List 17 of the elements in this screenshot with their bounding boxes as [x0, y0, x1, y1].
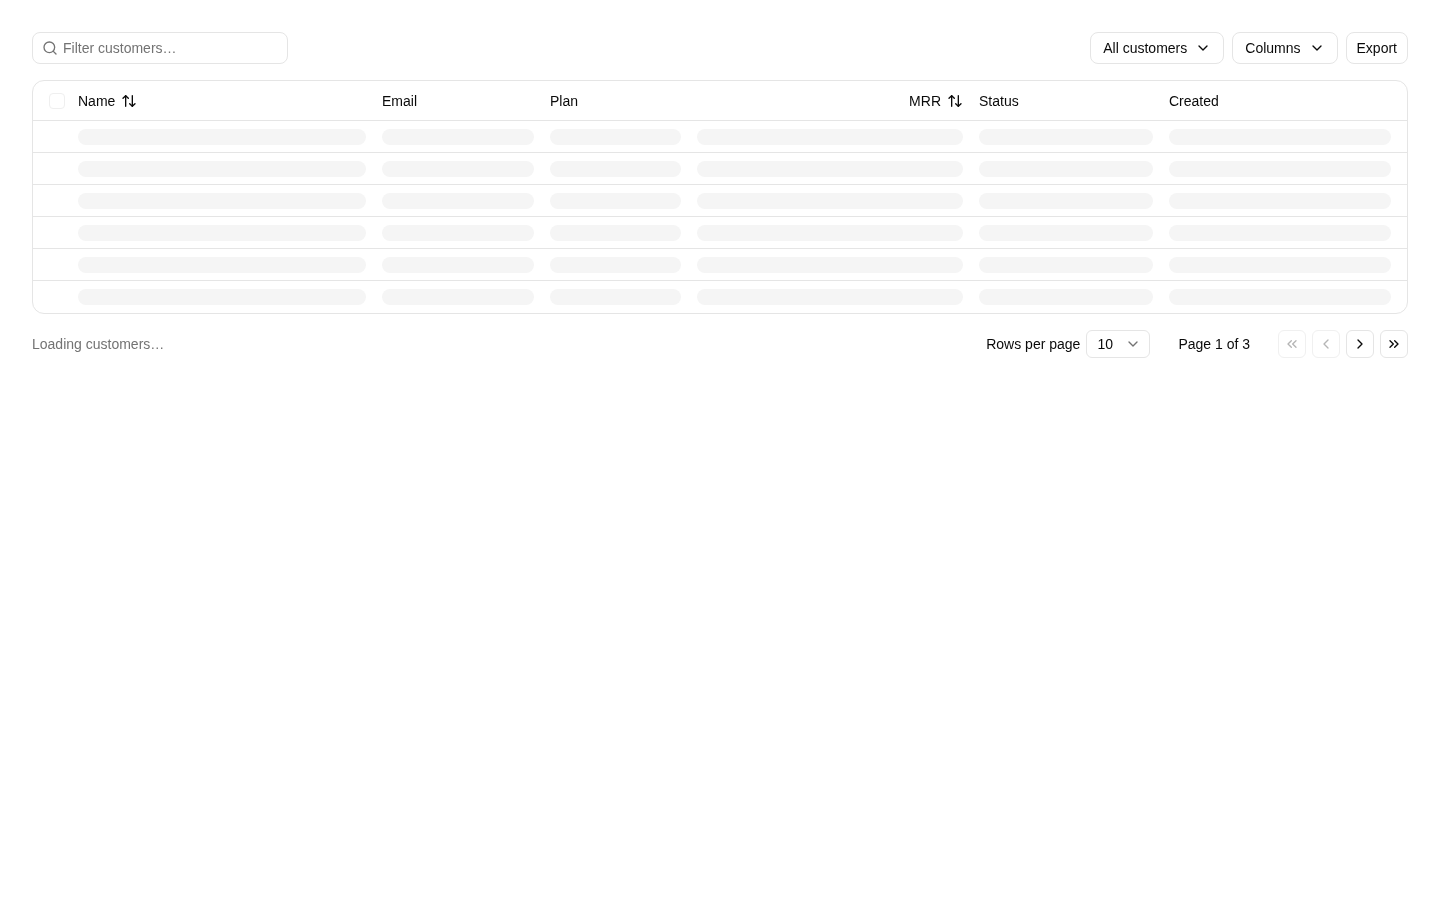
page-indicator: Page 1 of 3: [1178, 335, 1250, 354]
last-page-button[interactable]: [1380, 330, 1408, 358]
rows-per-page-select[interactable]: 10: [1086, 330, 1151, 358]
column-header: Plan: [550, 92, 579, 111]
column-header: Email: [382, 92, 417, 111]
loading-status-text: Loading customers…: [32, 335, 165, 354]
search-icon: [42, 40, 58, 56]
sort-column-header[interactable]: Name: [78, 91, 138, 111]
column-header: Created: [1169, 92, 1219, 111]
sort-column-header[interactable]: MRR: [909, 91, 963, 111]
export-button[interactable]: Export: [1345, 32, 1408, 64]
rows-per-page-label: Rows per page: [986, 335, 1081, 354]
dropdown-button[interactable]: Columns: [1232, 32, 1338, 64]
next-page-button[interactable]: [1346, 330, 1374, 358]
search-field[interactable]: Filter customers…: [32, 32, 288, 64]
dropdown-button[interactable]: All customers: [1090, 32, 1225, 64]
column-header: Status: [979, 92, 1019, 111]
